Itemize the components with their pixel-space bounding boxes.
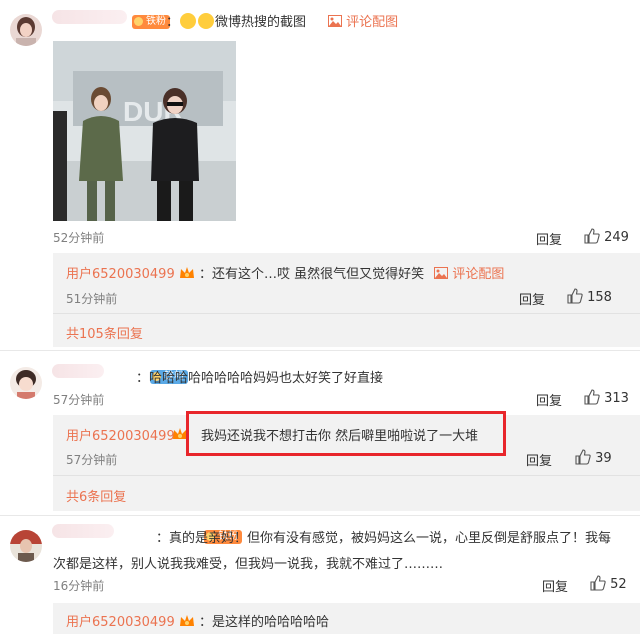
like-button[interactable]: 158 [567, 288, 612, 305]
like-button[interactable]: 39 [575, 449, 612, 466]
reply-text: ：还有这个…哎 虽然很气但又觉得好笑 [199, 267, 425, 282]
comment-time: 52分钟前 [53, 231, 105, 245]
comment-photo[interactable]: DUR [53, 41, 236, 221]
reply-line: 用户6520030499 ：还有这个…哎 虽然很气但又觉得好笑 评论配图 [66, 263, 504, 282]
reply-button[interactable]: 回复 [526, 450, 552, 469]
like-count: 39 [595, 451, 612, 466]
more-replies-link[interactable]: 共6条回复 [66, 486, 126, 505]
reply-thread: 用户6520030499 ：是这样的哈哈哈哈哈 [53, 603, 640, 634]
comment-text-continued: 次都是这样，别人说我我难受，但我妈一说我，我就不难过了……… [53, 557, 444, 572]
reply-username[interactable]: 用户6520030499 [66, 267, 175, 282]
comment-time: 16分钟前 [53, 579, 105, 593]
laugh-cry-emoji-icon [198, 13, 215, 29]
divider [53, 475, 640, 476]
like-count: 158 [587, 290, 612, 305]
divider [0, 515, 640, 516]
username-blurred[interactable] [52, 364, 104, 378]
thumbs-up-icon [584, 228, 600, 244]
reply-button[interactable]: 回复 [542, 576, 568, 595]
like-button[interactable]: 52 [590, 575, 627, 592]
like-count: 249 [604, 230, 629, 245]
comment-text: ：真的是亲妈！但你有没有感觉，被妈妈这么一说，心里反倒是舒服点了！我每 [156, 531, 612, 546]
reply-text: 我妈还说我不想打击你 然后噼里啪啦说了一大堆 [201, 429, 479, 444]
reply-line: 用户6520030499 ：是这样的哈哈哈哈哈 [66, 611, 329, 630]
comment-text: ：哈哈哈哈哈哈哈哈妈妈也太好笑了好直接 [136, 371, 384, 386]
reply-time: 57分钟前 [66, 453, 118, 467]
reply-username[interactable]: 用户6520030499 [66, 425, 175, 444]
comment-text: ：微博热搜的截图 [166, 13, 307, 30]
like-button[interactable]: 313 [584, 389, 629, 406]
thumbs-up-icon [567, 288, 583, 304]
laugh-cry-emoji-icon [180, 13, 197, 29]
image-icon [434, 267, 449, 279]
comment-time: 57分钟前 [53, 393, 105, 407]
fan-badge: 铁粉 [132, 15, 170, 29]
reply-username[interactable]: 用户6520030499 [66, 615, 175, 630]
username-blurred[interactable] [52, 10, 127, 24]
reply-button[interactable]: 回复 [519, 289, 545, 308]
comment-image-link[interactable]: 评论配图 [328, 11, 398, 30]
comment-image-link[interactable]: 评论配图 [434, 267, 504, 282]
reply-button[interactable]: 回复 [536, 390, 562, 409]
divider [53, 313, 640, 314]
thumbs-up-icon [575, 449, 591, 465]
highlight-box: 我妈还说我不想打击你 然后噼里啪啦说了一大堆 [186, 411, 506, 456]
thumbs-up-icon [590, 575, 606, 591]
more-replies-link[interactable]: 共105条回复 [66, 323, 143, 342]
avatar[interactable] [10, 367, 42, 399]
vip-crown-icon [179, 267, 194, 278]
avatar[interactable] [10, 14, 42, 46]
avatar[interactable] [10, 530, 42, 562]
username-blurred[interactable] [52, 524, 114, 538]
reply-text: ：是这样的哈哈哈哈哈 [199, 615, 330, 630]
divider [0, 350, 640, 351]
reply-thread: 用户6520030499 ：还有这个…哎 虽然很气但又觉得好笑 评论配图 51分… [53, 253, 640, 347]
like-button[interactable]: 249 [584, 228, 629, 245]
like-count: 313 [604, 391, 629, 406]
reply-time: 51分钟前 [66, 292, 118, 306]
reply-button[interactable]: 回复 [536, 229, 562, 248]
vip-crown-icon [179, 615, 194, 626]
image-icon [328, 15, 342, 27]
thumbs-up-icon [584, 389, 600, 405]
like-count: 52 [610, 577, 627, 592]
